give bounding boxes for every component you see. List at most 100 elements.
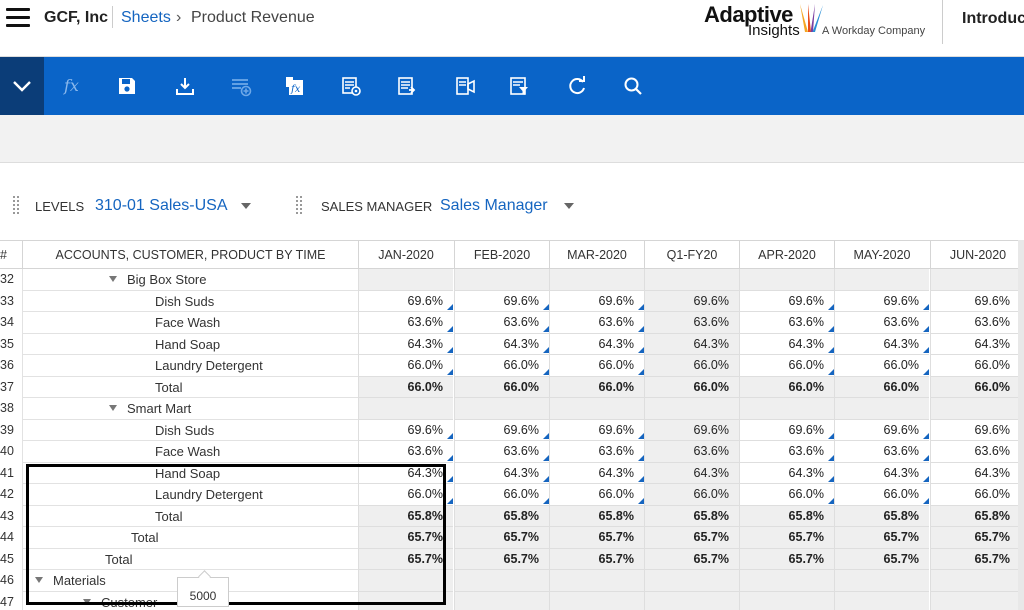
data-cell[interactable]: 63.6% bbox=[358, 312, 453, 334]
data-cell[interactable]: 66.0% bbox=[549, 355, 644, 377]
data-cell[interactable] bbox=[358, 570, 453, 592]
row-label[interactable]: Big Box Store bbox=[22, 269, 358, 291]
intro-link[interactable]: Introduc bbox=[962, 10, 1024, 28]
data-cell[interactable]: 69.6% bbox=[644, 419, 739, 441]
drag-handle-icon[interactable] bbox=[17, 196, 23, 214]
data-cell[interactable]: 69.6% bbox=[930, 290, 1020, 312]
data-cell[interactable] bbox=[454, 570, 549, 592]
data-cell[interactable]: 69.6% bbox=[930, 419, 1020, 441]
data-cell[interactable]: 66.0% bbox=[834, 484, 929, 506]
data-cell[interactable]: 63.6% bbox=[358, 441, 453, 463]
data-cell[interactable]: 65.7% bbox=[549, 527, 644, 549]
data-cell[interactable] bbox=[549, 398, 644, 420]
data-cell[interactable]: 65.7% bbox=[834, 548, 929, 570]
data-cell[interactable]: 66.0% bbox=[739, 484, 834, 506]
data-cell[interactable] bbox=[644, 570, 739, 592]
hamburger-menu-icon[interactable] bbox=[6, 8, 30, 30]
data-cell[interactable]: 65.8% bbox=[834, 505, 929, 527]
data-cell[interactable]: 64.3% bbox=[834, 462, 929, 484]
data-cell[interactable] bbox=[644, 269, 739, 291]
data-cell[interactable]: 66.0% bbox=[644, 355, 739, 377]
expand-toggle-icon[interactable] bbox=[35, 577, 43, 583]
data-cell[interactable]: 64.3% bbox=[739, 462, 834, 484]
data-cell[interactable] bbox=[454, 591, 549, 610]
data-cell[interactable]: 63.6% bbox=[454, 441, 549, 463]
data-cell[interactable]: 66.0% bbox=[358, 376, 453, 398]
data-cell[interactable]: 65.7% bbox=[549, 548, 644, 570]
data-cell[interactable]: 66.0% bbox=[454, 376, 549, 398]
data-cell[interactable] bbox=[834, 570, 929, 592]
collapse-button[interactable] bbox=[0, 57, 44, 115]
data-cell[interactable]: 66.0% bbox=[834, 355, 929, 377]
data-cell[interactable]: 66.0% bbox=[644, 376, 739, 398]
breadcrumb-sheets-link[interactable]: Sheets bbox=[121, 9, 171, 27]
data-cell[interactable]: 63.6% bbox=[834, 312, 929, 334]
data-cell[interactable] bbox=[834, 398, 929, 420]
data-cell[interactable]: 69.6% bbox=[739, 419, 834, 441]
data-cell[interactable] bbox=[454, 269, 549, 291]
data-cell[interactable]: 64.3% bbox=[358, 462, 453, 484]
column-header[interactable]: JAN-2020 bbox=[358, 241, 453, 269]
data-cell[interactable]: 64.3% bbox=[549, 462, 644, 484]
data-cell[interactable] bbox=[358, 591, 453, 610]
data-cell[interactable]: 69.6% bbox=[549, 419, 644, 441]
row-label[interactable]: Smart Mart bbox=[22, 398, 358, 420]
levels-dropdown[interactable]: 310-01 Sales-USA bbox=[95, 197, 228, 215]
data-cell[interactable]: 65.7% bbox=[834, 527, 929, 549]
data-cell[interactable]: 69.6% bbox=[454, 290, 549, 312]
column-header[interactable]: JUN-2020 bbox=[930, 241, 1024, 269]
dimension-button[interactable] bbox=[452, 73, 478, 99]
data-cell[interactable]: 69.6% bbox=[739, 290, 834, 312]
column-header[interactable]: MAY-2020 bbox=[834, 241, 929, 269]
data-cell[interactable]: 66.0% bbox=[834, 376, 929, 398]
data-cell[interactable]: 65.7% bbox=[930, 527, 1020, 549]
data-cell[interactable]: 65.8% bbox=[644, 505, 739, 527]
data-cell[interactable]: 65.8% bbox=[930, 505, 1020, 527]
data-cell[interactable] bbox=[739, 570, 834, 592]
data-cell[interactable]: 63.6% bbox=[549, 441, 644, 463]
search-button[interactable] bbox=[620, 73, 646, 99]
column-header[interactable]: MAR-2020 bbox=[549, 241, 644, 269]
data-cell[interactable]: 69.6% bbox=[644, 290, 739, 312]
data-cell[interactable] bbox=[644, 398, 739, 420]
data-cell[interactable]: 63.6% bbox=[454, 312, 549, 334]
refresh-button[interactable] bbox=[564, 73, 590, 99]
data-cell[interactable]: 69.6% bbox=[834, 290, 929, 312]
add-row-button[interactable] bbox=[228, 73, 254, 99]
data-cell[interactable] bbox=[739, 269, 834, 291]
data-cell[interactable]: 65.8% bbox=[739, 505, 834, 527]
data-cell[interactable]: 65.7% bbox=[739, 527, 834, 549]
accounts-header[interactable]: ACCOUNTS, CUSTOMER, PRODUCT BY TIME bbox=[22, 241, 358, 269]
data-cell[interactable] bbox=[930, 398, 1020, 420]
data-cell[interactable] bbox=[930, 269, 1020, 291]
data-cell[interactable]: 66.0% bbox=[454, 484, 549, 506]
data-cell[interactable]: 63.6% bbox=[834, 441, 929, 463]
data-cell[interactable]: 64.3% bbox=[454, 333, 549, 355]
expand-toggle-icon[interactable] bbox=[83, 598, 91, 605]
data-cell[interactable]: 69.6% bbox=[358, 290, 453, 312]
data-cell[interactable]: 64.3% bbox=[930, 333, 1020, 355]
data-cell[interactable] bbox=[549, 269, 644, 291]
vertical-scrollbar[interactable] bbox=[1018, 240, 1024, 610]
expand-toggle-icon[interactable] bbox=[109, 405, 117, 411]
data-cell[interactable]: 65.7% bbox=[644, 527, 739, 549]
data-cell[interactable]: 66.0% bbox=[930, 376, 1020, 398]
data-cell[interactable]: 64.3% bbox=[739, 333, 834, 355]
data-cell[interactable]: 66.0% bbox=[549, 376, 644, 398]
sheet-settings-button[interactable] bbox=[338, 73, 364, 99]
sales-manager-caret-icon[interactable] bbox=[564, 203, 574, 209]
data-cell[interactable]: 63.6% bbox=[644, 441, 739, 463]
data-cell[interactable]: 65.7% bbox=[739, 548, 834, 570]
data-cell[interactable]: 69.6% bbox=[834, 419, 929, 441]
levels-caret-icon[interactable] bbox=[241, 203, 251, 209]
data-cell[interactable]: 64.3% bbox=[644, 333, 739, 355]
data-cell[interactable]: 64.3% bbox=[549, 333, 644, 355]
data-cell[interactable] bbox=[834, 269, 929, 291]
data-cell[interactable] bbox=[454, 398, 549, 420]
data-cell[interactable]: 65.8% bbox=[549, 505, 644, 527]
expand-toggle-icon[interactable] bbox=[109, 276, 117, 282]
data-cell[interactable] bbox=[834, 591, 929, 610]
data-cell[interactable] bbox=[739, 398, 834, 420]
data-cell[interactable]: 63.6% bbox=[549, 312, 644, 334]
data-cell[interactable]: 65.7% bbox=[930, 548, 1020, 570]
